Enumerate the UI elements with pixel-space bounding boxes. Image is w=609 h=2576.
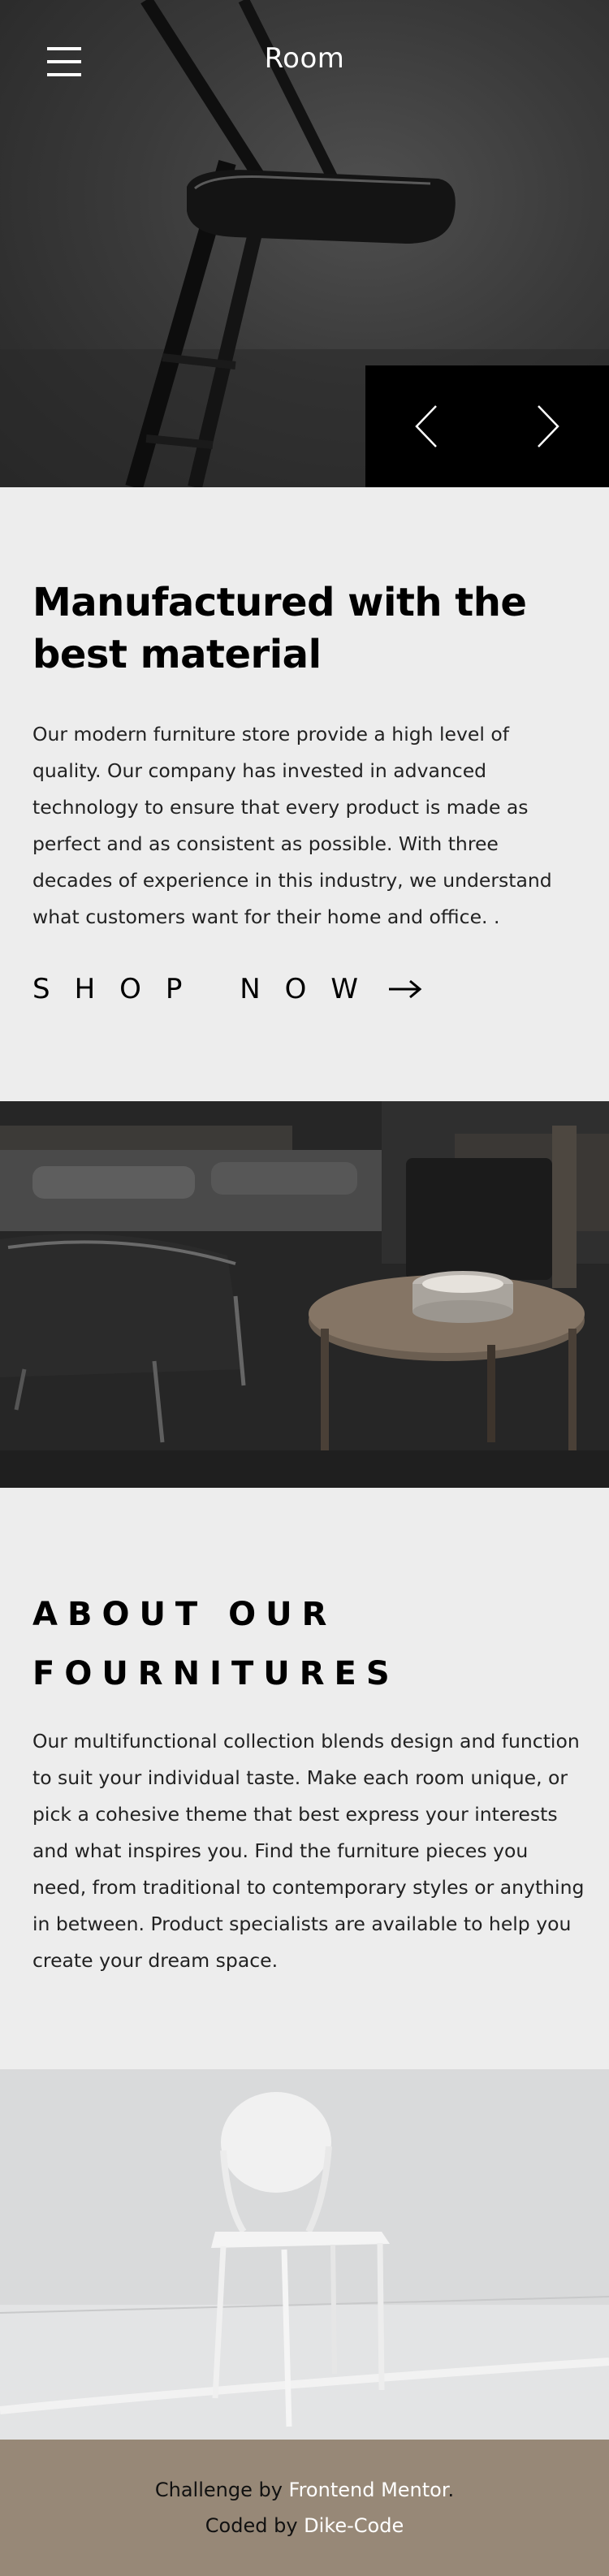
about-body: Our multifunctional collection blends de… xyxy=(32,1730,585,1972)
site-footer: Challenge by Frontend Mentor. Coded by D… xyxy=(0,2440,609,2576)
challenge-credit: Challenge by Frontend Mentor. xyxy=(155,2472,454,2508)
white-chair-illustration xyxy=(0,2069,609,2440)
white-chair-image xyxy=(0,2069,609,2440)
site-logo[interactable]: Room xyxy=(0,42,609,75)
about-section: ABOUT OUR FOURNITURES Our multifunctiona… xyxy=(0,1488,609,2069)
arrow-right-icon xyxy=(389,979,422,999)
author-link[interactable]: Dike-Code xyxy=(304,2514,404,2537)
chevron-left-icon xyxy=(415,405,437,447)
shop-now-label: SHOP NOW xyxy=(32,973,383,1005)
room-image xyxy=(0,1101,609,1488)
coded-prefix: Coded by xyxy=(205,2514,304,2537)
challenge-suffix: . xyxy=(447,2479,455,2501)
intro-section: Manufactured with the best material Our … xyxy=(0,487,609,1101)
chevron-right-icon xyxy=(538,405,559,447)
intro-title: Manufactured with the best material xyxy=(32,580,527,677)
dark-room-illustration xyxy=(0,1101,609,1488)
next-slide-button[interactable] xyxy=(487,365,609,487)
frontend-mentor-link[interactable]: Frontend Mentor xyxy=(289,2479,448,2501)
slider-nav xyxy=(365,365,609,487)
shop-now-link[interactable]: SHOP NOW xyxy=(32,973,423,1005)
about-title: ABOUT OUR FOURNITURES xyxy=(32,1596,400,1692)
prev-slide-button[interactable] xyxy=(365,365,487,487)
hero-section: Room xyxy=(0,0,609,487)
coded-by-credit: Coded by Dike-Code xyxy=(205,2508,404,2544)
intro-body: Our modern furniture store provide a hig… xyxy=(32,723,552,928)
challenge-prefix: Challenge by xyxy=(154,2479,289,2501)
